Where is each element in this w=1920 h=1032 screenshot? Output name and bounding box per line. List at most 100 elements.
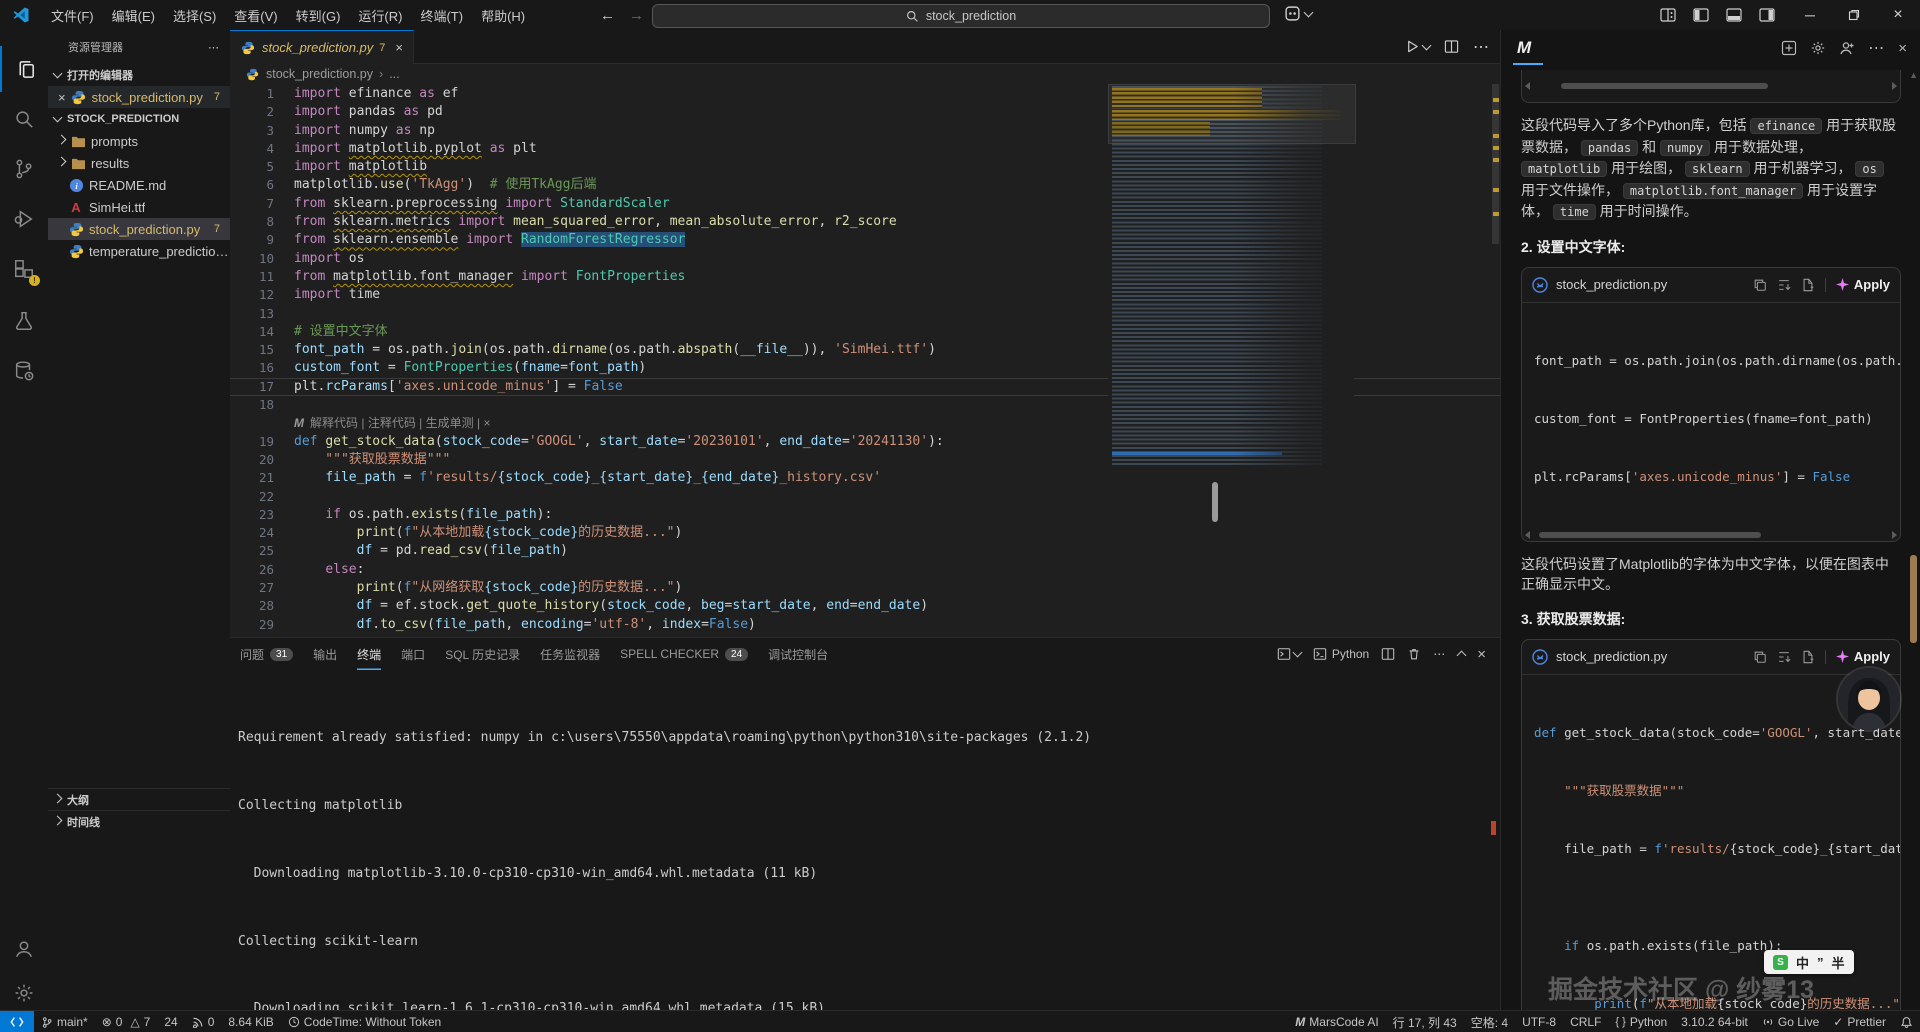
panel-more-actions-icon[interactable]: ⋯ <box>1868 38 1885 58</box>
split-editor-icon[interactable] <box>1444 39 1459 54</box>
maximize-panel-icon[interactable] <box>1457 651 1467 661</box>
tree-item-readme[interactable]: i README.md <box>48 174 230 196</box>
language-mode-item[interactable]: { }Python <box>1608 1011 1674 1032</box>
explorer-more-actions[interactable]: ⋯ <box>208 41 220 54</box>
tab-task-monitor[interactable]: 任务监视器 <box>540 638 600 670</box>
customize-layout-icon[interactable] <box>1660 7 1676 23</box>
tree-item-temperature-prediction[interactable]: temperature_prediction.py <box>48 240 230 262</box>
menu-selection[interactable]: 选择(S) <box>164 6 225 25</box>
tab-terminal[interactable]: 终端 <box>357 638 381 670</box>
menu-help[interactable]: 帮助(H) <box>472 6 534 25</box>
insert-code-icon[interactable] <box>1777 278 1791 292</box>
testing-icon[interactable] <box>0 298 48 344</box>
tree-item-prompts[interactable]: prompts <box>48 130 230 152</box>
apply-button[interactable]: Apply <box>1836 649 1890 664</box>
copy-icon[interactable] <box>1753 278 1767 292</box>
tab-sql-history[interactable]: SQL 历史记录 <box>445 638 520 670</box>
explorer-icon[interactable] <box>0 46 50 92</box>
search-view-icon[interactable] <box>0 96 48 142</box>
minimap-slider[interactable] <box>1108 84 1356 144</box>
copy-icon[interactable] <box>1753 650 1767 664</box>
codelens-action[interactable]: 解释代码 <box>310 414 358 432</box>
profile-icon[interactable] <box>1839 40 1855 56</box>
tree-item-simhei[interactable]: A SimHei.ttf <box>48 196 230 218</box>
terminal-instance-python[interactable]: Python <box>1313 647 1369 661</box>
menu-go[interactable]: 转到(G) <box>287 6 350 25</box>
git-branch-item[interactable]: main* <box>34 1011 95 1032</box>
outline-section[interactable]: 大纲 <box>48 788 236 811</box>
apply-button[interactable]: Apply <box>1836 277 1890 292</box>
scroll-right-icon[interactable] <box>1892 531 1897 539</box>
scroll-left-icon[interactable] <box>1525 82 1530 90</box>
extensions-icon[interactable]: ! <box>0 246 48 292</box>
tab-close-icon[interactable]: × <box>395 40 403 55</box>
forward-arrow-icon[interactable]: → <box>629 7 644 24</box>
timeline-section[interactable]: 时间线 <box>48 810 236 833</box>
size-item[interactable]: 8.64 KiB <box>221 1011 280 1032</box>
toggle-primary-sidebar-icon[interactable] <box>1693 7 1709 23</box>
remote-indicator[interactable] <box>0 1011 34 1032</box>
new-file-icon[interactable] <box>1801 278 1815 292</box>
restore-button[interactable] <box>1832 0 1876 30</box>
spell-checker-item[interactable]: 24 <box>157 1011 184 1032</box>
menu-edit[interactable]: 编辑(E) <box>103 6 164 25</box>
breadcrumb[interactable]: stock_prediction.py › ... <box>230 63 1514 85</box>
titlebar-account-button[interactable] <box>1284 5 1312 22</box>
close-panel-icon[interactable]: × <box>1898 40 1907 57</box>
editor-more-actions-icon[interactable]: ⋯ <box>1473 37 1490 57</box>
open-editors-section[interactable]: 打开的编辑器 <box>48 64 230 86</box>
workspace-root-section[interactable]: STOCK_PREDICTION <box>48 108 230 130</box>
go-live-item[interactable]: Go Live <box>1755 1011 1826 1032</box>
toggle-panel-icon[interactable] <box>1726 7 1742 23</box>
new-terminal-button[interactable] <box>1277 647 1301 661</box>
panel-scrollbar-thumb[interactable] <box>1910 555 1917 643</box>
h-scrollbar-thumb[interactable] <box>1561 83 1769 89</box>
menu-view[interactable]: 查看(V) <box>225 6 286 25</box>
encoding-item[interactable]: UTF-8 <box>1515 1011 1563 1032</box>
source-control-icon[interactable] <box>0 146 48 192</box>
codelens-action[interactable]: 注释代码 <box>368 414 416 432</box>
tab-spell-checker[interactable]: SPELL CHECKER24 <box>620 638 748 670</box>
codelens-close-icon[interactable]: × <box>483 414 490 432</box>
command-center-search[interactable]: stock_prediction <box>652 4 1270 28</box>
new-chat-icon[interactable] <box>1781 40 1797 56</box>
settings-gear-icon[interactable] <box>1810 40 1826 56</box>
notifications-bell[interactable] <box>1893 1011 1920 1032</box>
tree-item-results[interactable]: results <box>48 152 230 174</box>
minimize-button[interactable]: ─ <box>1788 0 1832 30</box>
tab-debug-console[interactable]: 调试控制台 <box>768 638 828 670</box>
close-window-button[interactable]: × <box>1876 0 1920 30</box>
kill-terminal-icon[interactable] <box>1407 647 1421 661</box>
scroll-left-icon[interactable] <box>1525 531 1530 539</box>
menu-file[interactable]: 文件(F) <box>42 6 103 25</box>
scroll-up-icon[interactable]: ▲ <box>1909 70 1918 80</box>
codelens-action[interactable]: 生成单测 <box>426 414 474 432</box>
panel-more-actions-icon[interactable]: ⋯ <box>1433 647 1446 661</box>
tab-output[interactable]: 输出 <box>313 638 337 670</box>
marscode-status-item[interactable]: M MarsCode AI <box>1288 1011 1385 1032</box>
terminal-output[interactable]: Requirement already satisfied: numpy in … <box>238 682 1480 1003</box>
prettier-item[interactable]: ✓Prettier <box>1826 1011 1893 1032</box>
account-icon[interactable] <box>0 926 48 972</box>
eol-item[interactable]: CRLF <box>1563 1011 1608 1032</box>
python-version-item[interactable]: 3.10.2 64-bit <box>1674 1011 1755 1032</box>
run-debug-icon[interactable] <box>0 196 48 242</box>
h-scrollbar-thumb[interactable] <box>1539 532 1761 538</box>
cursor-position-item[interactable]: 行 17, 列 43 <box>1386 1011 1464 1032</box>
minimap[interactable] <box>1108 84 1354 488</box>
tab-ports[interactable]: 端口 <box>401 638 425 670</box>
tab-problems[interactable]: 问题31 <box>240 638 293 670</box>
insert-code-icon[interactable] <box>1777 650 1791 664</box>
scroll-right-icon[interactable] <box>1892 82 1897 90</box>
codetime-item[interactable]: CodeTime: Without Token <box>281 1011 448 1032</box>
close-panel-icon[interactable]: × <box>1477 646 1486 663</box>
editor-scrollbar-thumb[interactable] <box>1212 482 1218 522</box>
toggle-secondary-sidebar-icon[interactable] <box>1759 7 1775 23</box>
run-python-file-button[interactable] <box>1405 39 1430 54</box>
close-editor-icon[interactable]: × <box>58 90 66 105</box>
tab-stock-prediction[interactable]: stock_prediction.py 7 × <box>230 30 414 64</box>
open-editor-item[interactable]: × stock_prediction.py 7 <box>48 86 230 108</box>
menu-run[interactable]: 运行(R) <box>349 6 411 25</box>
indentation-item[interactable]: 空格: 4 <box>1464 1011 1515 1032</box>
problems-item[interactable]: ⊗0 △7 <box>95 1011 158 1032</box>
